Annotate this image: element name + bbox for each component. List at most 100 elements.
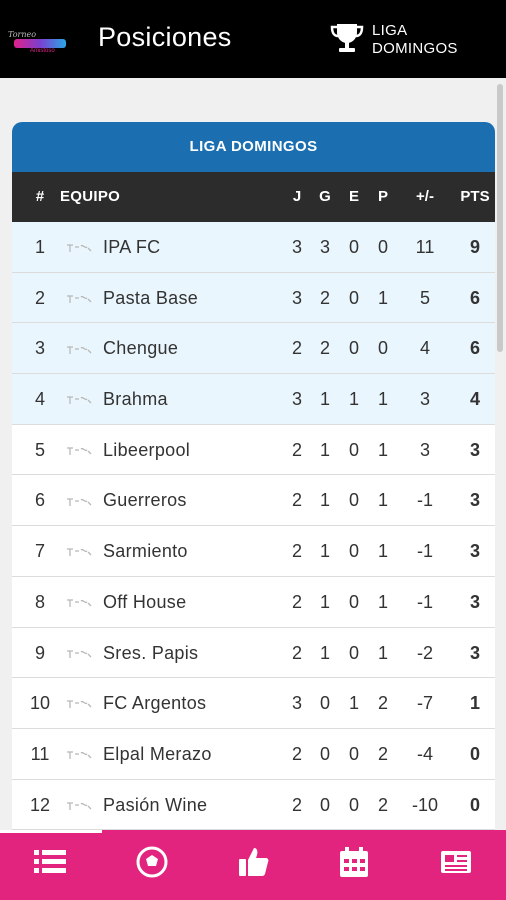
league-label-line1: LIGA [372, 22, 408, 39]
calendar-icon [340, 847, 368, 877]
cell-drawn: 0 [348, 490, 359, 511]
active-tab-indicator [0, 830, 102, 833]
col-points: PTS [460, 188, 490, 205]
team-crest-icon [64, 526, 94, 576]
cell-points: 4 [469, 389, 480, 410]
trophy-icon [330, 24, 364, 52]
cell-drawn: 0 [348, 642, 359, 663]
standings-content[interactable]: LIGA DOMINGOS # EQUIPO J G E P +/- PTS 1… [0, 78, 506, 830]
cell-position: 12 [29, 794, 51, 815]
app-root: Torneo Amistoso Posiciones LIGA DOMINGOS… [0, 0, 506, 900]
logo-text-bottom: Amistoso [30, 48, 55, 54]
cell-goal-difference: 3 [419, 439, 430, 460]
cell-drawn: 0 [348, 287, 359, 308]
tournament-logo[interactable]: Torneo Amistoso [8, 30, 76, 56]
table-row[interactable]: 11 Elpal Merazo 2 0 0 2 -4 0 [12, 729, 495, 780]
cell-team-name: Pasta Base [103, 287, 199, 308]
team-crest-icon [64, 678, 94, 728]
cell-goal-difference: -4 [416, 743, 433, 764]
cell-position: 2 [34, 287, 45, 308]
cell-won: 1 [319, 591, 330, 612]
standings-list-icon [34, 850, 66, 873]
cell-team-name: Libeerpool [103, 439, 191, 460]
cell-played: 2 [291, 338, 302, 359]
cell-points: 3 [469, 642, 480, 663]
cell-drawn: 0 [348, 439, 359, 460]
cell-won: 2 [319, 338, 330, 359]
col-won: G [319, 188, 331, 205]
cell-won: 1 [319, 439, 330, 460]
cell-won: 0 [319, 743, 330, 764]
cell-points: 1 [469, 693, 480, 714]
table-row[interactable]: 9 Sres. Papis 2 1 0 1 -2 3 [12, 628, 495, 679]
col-team: EQUIPO [60, 188, 121, 205]
nav-calendar[interactable] [336, 844, 376, 884]
cell-drawn: 0 [348, 794, 359, 815]
news-icon [441, 851, 471, 873]
cell-points: 0 [469, 743, 480, 764]
cell-lost: 1 [377, 642, 388, 663]
team-crest-icon [64, 577, 94, 627]
cell-lost: 1 [377, 439, 388, 460]
cell-team-name: Guerreros [103, 490, 187, 511]
cell-team-name: Sarmiento [103, 541, 188, 562]
cell-lost: 2 [377, 743, 388, 764]
cell-points: 6 [469, 287, 480, 308]
table-row[interactable]: 1 IPA FC 3 3 0 0 11 9 [12, 222, 495, 273]
nav-matches[interactable] [134, 844, 174, 884]
cell-lost: 0 [377, 338, 388, 359]
cell-points: 9 [469, 237, 480, 257]
table-row[interactable]: 3 Chengue 2 2 0 0 4 6 [12, 323, 495, 375]
cell-goal-difference: -1 [416, 591, 433, 612]
cell-team-name: IPA FC [103, 237, 161, 257]
cell-points: 6 [469, 338, 480, 359]
table-row[interactable]: 12 Pasión Wine 2 0 0 2 -10 0 [12, 780, 495, 830]
cell-played: 2 [291, 541, 302, 562]
cell-drawn: 0 [348, 541, 359, 562]
col-lost: P [377, 188, 388, 205]
table-row[interactable]: 2 Pasta Base 3 2 0 1 5 6 [12, 272, 495, 324]
table-row[interactable]: 5 Libeerpool 2 1 0 1 3 3 [12, 425, 495, 476]
table-row[interactable]: 4 Brahma 3 1 1 1 3 4 [12, 374, 495, 425]
cell-points: 3 [469, 490, 480, 511]
cell-played: 2 [291, 439, 302, 460]
cell-drawn: 0 [348, 743, 359, 764]
table-row[interactable]: 8 Off House 2 1 0 1 -1 3 [12, 577, 495, 628]
scrollbar-thumb[interactable] [497, 84, 503, 352]
col-drawn: E [348, 188, 359, 205]
thumbs-up-icon [239, 848, 269, 876]
cell-won: 1 [319, 541, 330, 562]
cell-played: 2 [291, 743, 302, 764]
cell-lost: 1 [377, 287, 388, 308]
cell-position: 3 [34, 338, 45, 359]
nav-likes[interactable] [236, 844, 276, 884]
logo-text-top: Torneo [8, 30, 37, 39]
table-row[interactable]: 10 FC Argentos 3 0 1 2 -7 1 [12, 678, 495, 729]
cell-played: 3 [291, 389, 302, 410]
cell-drawn: 0 [348, 338, 359, 359]
team-crest-icon [64, 323, 94, 373]
cell-lost: 1 [377, 490, 388, 511]
table-row[interactable]: 7 Sarmiento 2 1 0 1 -1 3 [12, 526, 495, 577]
league-label-line2: DOMINGOS [372, 40, 458, 57]
league-label: LIGA DOMINGOS [372, 22, 482, 58]
cell-goal-difference: 3 [419, 389, 430, 410]
soccer-ball-icon [136, 846, 168, 878]
table-header: # EQUIPO J G E P +/- PTS [12, 172, 495, 222]
cell-lost: 1 [377, 541, 388, 562]
page-title: Posiciones [98, 22, 232, 52]
col-played: J [292, 188, 302, 205]
cell-won: 0 [319, 693, 330, 714]
cell-position: 6 [34, 490, 45, 511]
cell-position: 11 [30, 743, 50, 764]
cell-position: 7 [34, 541, 45, 562]
nav-standings[interactable] [32, 844, 72, 884]
cell-points: 3 [469, 439, 480, 460]
nav-news[interactable] [438, 844, 478, 884]
cell-goal-difference: -2 [416, 642, 433, 663]
standings-caption: LIGA DOMINGOS [12, 122, 495, 172]
cell-goal-difference: 4 [419, 338, 430, 359]
table-body: 1 IPA FC 3 3 0 0 11 9 2 Pasta Base 3 2 0 1 5 6 3 Chengue 2… [12, 222, 495, 830]
team-crest-icon [64, 425, 94, 475]
table-row[interactable]: 6 Guerreros 2 1 0 1 -1 3 [12, 475, 495, 527]
